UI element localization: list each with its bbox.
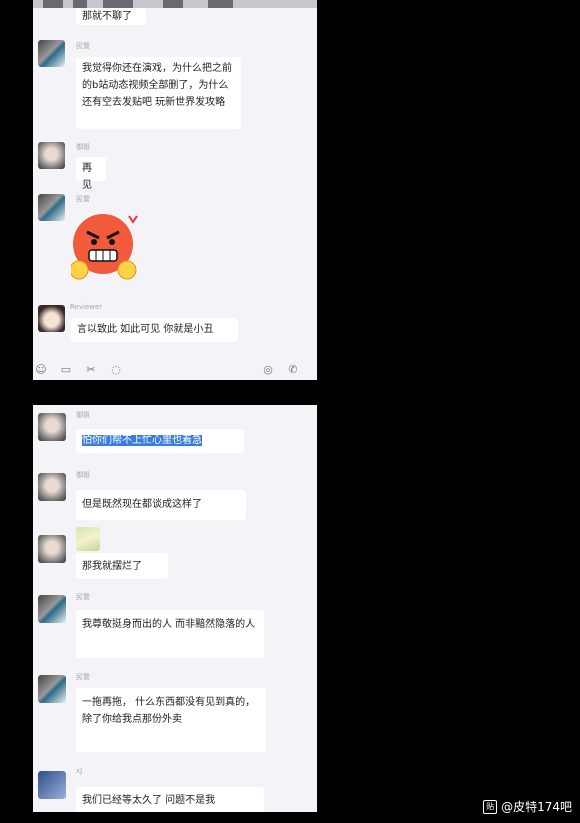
- sender-name: 御姐: [76, 471, 90, 479]
- message-text: 怕你们帮不上忙心里也着急: [82, 435, 202, 446]
- sender-name: 民警: [76, 195, 90, 203]
- message-bubble: 再见: [76, 157, 106, 191]
- chat-icon[interactable]: ◌: [110, 364, 122, 376]
- message-text: 我们已经等太久了 问题不是我: [82, 795, 216, 806]
- watermark-text: @皮特174吧: [501, 800, 572, 814]
- avatar-inline[interactable]: [76, 527, 100, 551]
- message-text: 言以致此 如此可见 你就是小丑: [77, 324, 214, 335]
- folder-icon[interactable]: ▭: [60, 364, 72, 376]
- sender-name: 御姐: [76, 143, 90, 151]
- message-bubble: 我觉得你还在演戏，为什么把之前的b站动态视频全部删了，为什么还有空去发贴吧 玩新…: [76, 57, 241, 129]
- bottom-chat-panel: 御姐 怕你们帮不上忙心里也着急 御姐 但是既然现在都谈成这样了 那我就摆烂了 民…: [33, 405, 317, 812]
- avatar[interactable]: [38, 473, 66, 501]
- message-text: 那我就摆烂了: [82, 561, 142, 572]
- avatar[interactable]: [38, 675, 66, 703]
- message-text: 但是既然现在都谈成这样了: [82, 499, 202, 510]
- message-bubble: 那就不聊了: [76, 8, 146, 25]
- avatar[interactable]: [38, 194, 65, 221]
- message-bubble: 言以致此 如此可见 你就是小丑: [71, 318, 238, 342]
- message-bubble: 怕你们帮不上忙心里也着急: [76, 429, 244, 453]
- sender-name: 民警: [76, 673, 90, 681]
- avatar[interactable]: [38, 413, 66, 441]
- avatar[interactable]: [38, 771, 66, 799]
- top-chat-panel: 那就不聊了 民警 我觉得你还在演戏，为什么把之前的b站动态视频全部删了，为什么还…: [33, 0, 317, 380]
- message-bubble: 我们已经等太久了 问题不是我: [76, 787, 264, 812]
- message-text: 那就不聊了: [82, 11, 132, 22]
- avatar[interactable]: [38, 535, 66, 563]
- phone-icon[interactable]: ✆: [287, 364, 299, 376]
- tieba-watermark: 贴 @皮特174吧: [483, 798, 572, 815]
- message-bubble: 一拖再拖， 什么东西都没有见到真的， 除了你给我点那份外卖: [76, 688, 266, 752]
- sender-name: 民警: [76, 593, 90, 601]
- message-text: 一拖再拖， 什么东西都没有见到真的， 除了你给我点那份外卖: [82, 697, 256, 725]
- message-bubble: 我尊敬挺身而出的人 而非黯然隐落的人: [76, 610, 264, 658]
- message-bubble: 但是既然现在都谈成这样了: [76, 490, 246, 520]
- sender-name: 御姐: [76, 411, 90, 419]
- chat-input-toolbar: ☺ ▭ ✂ ◌ ◎ ✆: [33, 357, 317, 380]
- scissors-icon[interactable]: ✂: [85, 364, 97, 376]
- message-text: 我觉得你还在演戏，为什么把之前的b站动态视频全部删了，为什么还有空去发贴吧 玩新…: [82, 63, 232, 108]
- avatar[interactable]: [38, 305, 65, 332]
- sender-name: 民警: [76, 42, 90, 50]
- message-text: 再见: [82, 163, 92, 191]
- sender-name: xJ: [76, 767, 83, 775]
- avatar[interactable]: [38, 40, 65, 67]
- message-bubble: 那我就摆烂了: [76, 553, 168, 579]
- tieba-logo-icon: 贴: [483, 799, 498, 814]
- angry-emoji-sticker: [71, 214, 138, 280]
- avatar[interactable]: [38, 142, 65, 169]
- video-icon[interactable]: ◎: [262, 364, 274, 376]
- avatar[interactable]: [38, 595, 66, 623]
- top-blur-strip: [33, 0, 317, 8]
- message-text: 我尊敬挺身而出的人 而非黯然隐落的人: [82, 619, 256, 630]
- sender-name: Reviewer: [70, 303, 103, 311]
- emoji-icon[interactable]: ☺: [35, 364, 47, 376]
